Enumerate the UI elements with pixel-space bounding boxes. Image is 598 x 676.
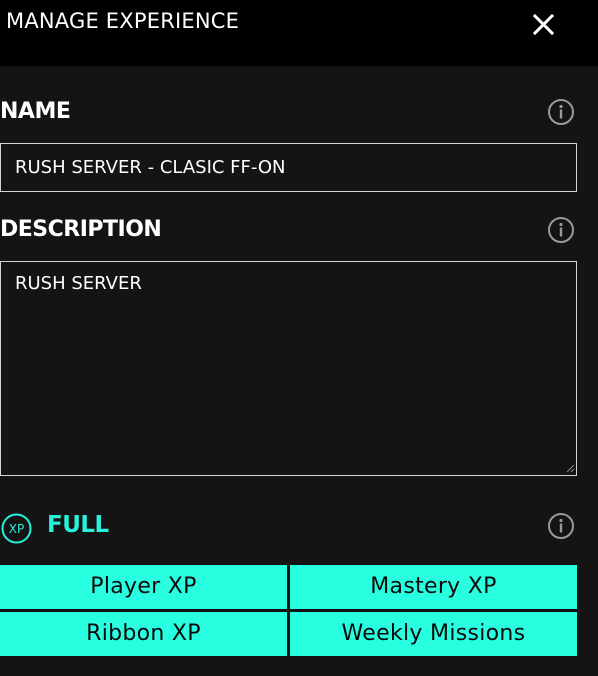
xp-info-button[interactable] <box>547 512 575 540</box>
info-icon <box>548 99 574 125</box>
dialog-header: MANAGE EXPERIENCE <box>0 0 598 66</box>
name-input[interactable] <box>0 143 577 192</box>
name-label: NAME <box>0 99 71 124</box>
xp-badge-icon: XP <box>1 513 32 544</box>
dialog-title: MANAGE EXPERIENCE <box>6 9 240 33</box>
weekly-missions-button[interactable]: Weekly Missions <box>290 612 577 656</box>
xp-status-label: FULL <box>47 512 109 538</box>
description-label: DESCRIPTION <box>0 217 162 242</box>
mastery-xp-button[interactable]: Mastery XP <box>290 565 577 609</box>
info-icon <box>548 217 574 243</box>
xp-badge-text: XP <box>9 522 24 536</box>
name-info-button[interactable] <box>547 98 575 126</box>
description-info-button[interactable] <box>547 216 575 244</box>
ribbon-xp-button[interactable]: Ribbon XP <box>0 612 287 656</box>
info-icon <box>548 513 574 539</box>
close-icon <box>532 13 555 36</box>
player-xp-button[interactable]: Player XP <box>0 565 287 609</box>
description-textarea[interactable]: RUSH SERVER <box>0 261 577 476</box>
close-button[interactable] <box>528 9 560 41</box>
resize-handle-icon[interactable] <box>566 464 575 473</box>
